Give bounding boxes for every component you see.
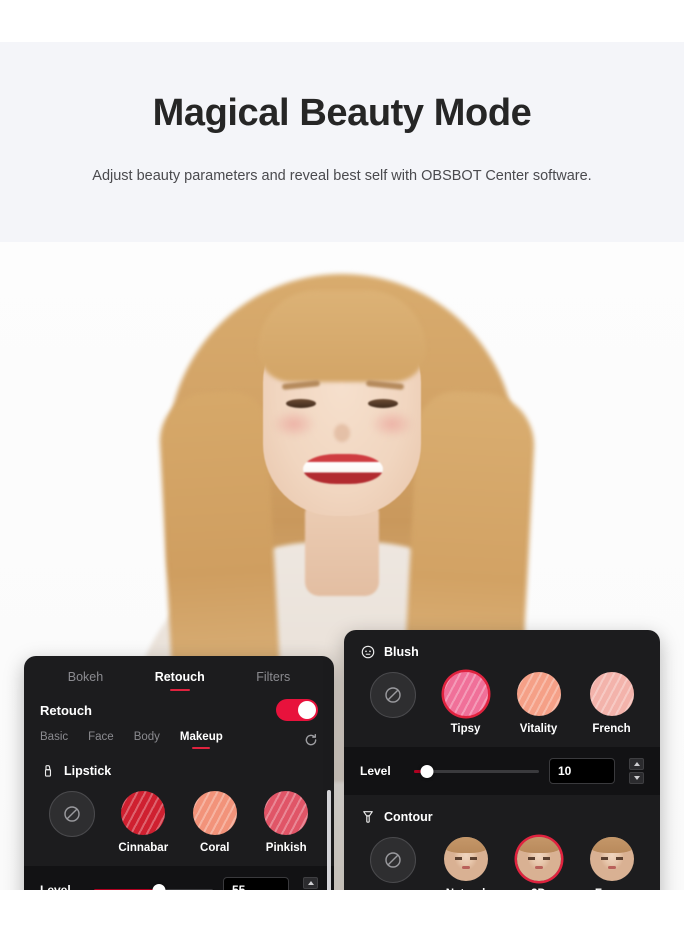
retouch-panel: Bokeh Retouch Filters Retouch Basic Face… xyxy=(24,656,334,890)
blush-face-icon xyxy=(361,645,375,659)
subtab-basic[interactable]: Basic xyxy=(40,731,68,749)
nose xyxy=(334,424,350,442)
blush-swatch-french[interactable]: French xyxy=(575,672,648,735)
tab-retouch[interactable]: Retouch xyxy=(155,670,205,691)
retouch-toggle[interactable] xyxy=(276,699,318,721)
face-thumbnail xyxy=(589,837,634,881)
blush-swatch-tipsy[interactable]: Tipsy xyxy=(429,672,502,735)
retouch-toggle-row: Retouch xyxy=(24,695,334,721)
swatch-caption: Pinkish xyxy=(265,842,307,854)
none-icon xyxy=(48,791,95,837)
blush-swatches: Tipsy Vitality French xyxy=(344,660,660,741)
lipstick-icon xyxy=(44,765,52,777)
page-root: Magical Beauty Mode Adjust beauty parame… xyxy=(0,0,684,937)
no-symbol-icon xyxy=(64,806,80,822)
no-symbol-icon xyxy=(384,852,401,868)
contour-section-header: Contour xyxy=(344,795,660,825)
subtab-face[interactable]: Face xyxy=(88,731,114,749)
blush-contour-panel: Blush Tipsy Vitality French Level 10 Con… xyxy=(344,630,660,890)
cheek-right xyxy=(370,410,414,438)
lipstick-section-header: Lipstick xyxy=(24,749,334,779)
stepper-up[interactable] xyxy=(303,877,318,889)
contour-swatch-3d[interactable]: 3D xyxy=(502,837,575,890)
tab-bokeh[interactable]: Bokeh xyxy=(68,670,103,691)
blush-swatch-vitality[interactable]: Vitality xyxy=(502,672,575,735)
panel-subtabs: Basic Face Body Makeup xyxy=(24,721,334,749)
stepper-down[interactable] xyxy=(629,772,644,784)
lipstick-level-slider[interactable] xyxy=(94,882,213,890)
color-dot xyxy=(589,672,634,716)
stepper-up[interactable] xyxy=(629,758,644,770)
slider-fill xyxy=(94,888,160,890)
contour-title: Contour xyxy=(384,810,433,824)
level-label: Level xyxy=(40,883,71,890)
color-dot xyxy=(264,791,309,835)
swatch-caption: Fancy xyxy=(595,888,628,890)
swatch-caption: Natural xyxy=(446,888,486,890)
mouth xyxy=(303,454,383,484)
vertical-scrollbar[interactable] xyxy=(327,790,331,890)
panel-tabs: Bokeh Retouch Filters xyxy=(24,656,334,695)
none-icon xyxy=(369,672,416,718)
blush-level-slider[interactable] xyxy=(414,763,539,779)
face-thumbnail xyxy=(516,837,561,881)
hero-section: Magical Beauty Mode Adjust beauty parame… xyxy=(0,42,684,890)
fringe xyxy=(258,290,426,382)
contour-swatches: Natural 3D Fancy xyxy=(344,825,660,890)
swatch-caption: Cinnabar xyxy=(118,842,169,854)
color-dot xyxy=(121,791,166,835)
face-thumbnail xyxy=(443,837,488,881)
lipstick-swatch-cinnabar[interactable]: Cinnabar xyxy=(108,791,180,854)
blush-section-header: Blush xyxy=(344,630,660,660)
swatch-caption: 3D xyxy=(531,888,546,890)
lipstick-level-row: Level 55 xyxy=(24,866,334,890)
level-label: Level xyxy=(360,764,391,778)
subtab-makeup[interactable]: Makeup xyxy=(180,731,223,749)
retouch-label: Retouch xyxy=(40,702,92,718)
blush-level-stepper[interactable] xyxy=(629,758,644,784)
cheek-left xyxy=(272,410,316,438)
lipstick-title: Lipstick xyxy=(64,764,112,778)
subtab-body[interactable]: Body xyxy=(134,731,160,749)
lipstick-swatch-none[interactable] xyxy=(36,791,108,844)
swatch-caption: Vitality xyxy=(519,723,558,735)
lipstick-swatch-coral[interactable]: Coral xyxy=(179,791,251,854)
page-subtitle: Adjust beauty parameters and reveal best… xyxy=(92,168,592,184)
no-symbol-icon xyxy=(384,687,401,703)
page-title: Magical Beauty Mode xyxy=(152,92,532,134)
blush-level-row: Level 10 xyxy=(344,747,660,795)
blush-swatch-none[interactable] xyxy=(356,672,429,725)
blush-title: Blush xyxy=(384,645,419,659)
contour-brush-icon xyxy=(363,811,373,823)
color-dot xyxy=(516,672,561,716)
lipstick-level-value[interactable]: 55 xyxy=(223,877,289,890)
swatch-caption: French xyxy=(592,723,631,735)
color-dot xyxy=(443,672,488,716)
swatch-caption: Tipsy xyxy=(450,723,481,735)
tab-filters[interactable]: Filters xyxy=(256,670,290,691)
toggle-knob xyxy=(298,701,316,719)
lipstick-level-stepper[interactable] xyxy=(303,877,318,890)
contour-swatch-none[interactable] xyxy=(356,837,429,890)
color-dot xyxy=(192,791,237,835)
eye-left xyxy=(286,399,316,408)
contour-swatch-natural[interactable]: Natural xyxy=(429,837,502,890)
lipstick-swatches: Cinnabar Coral Pinkish xyxy=(24,779,334,860)
contour-swatch-fancy[interactable]: Fancy xyxy=(575,837,648,890)
lipstick-swatch-pinkish[interactable]: Pinkish xyxy=(251,791,323,854)
eye-right xyxy=(368,399,398,408)
slider-knob[interactable] xyxy=(152,883,166,890)
slider-knob[interactable] xyxy=(420,764,433,778)
blush-level-value[interactable]: 10 xyxy=(549,758,615,784)
none-icon xyxy=(369,837,416,883)
refresh-icon[interactable] xyxy=(304,733,318,747)
swatch-caption: Coral xyxy=(200,842,230,854)
